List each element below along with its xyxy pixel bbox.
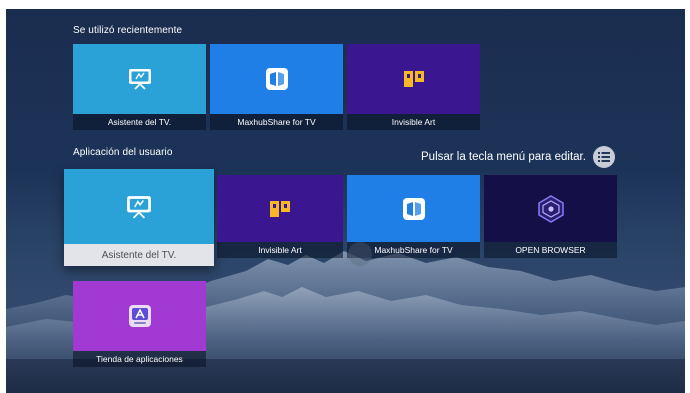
tile-art	[73, 44, 206, 114]
tile-caption: Tienda de aplicaciones	[73, 351, 206, 367]
user-app-tile-invisible-art[interactable]: Invisible Art	[217, 175, 343, 258]
tile-caption: Asistente del TV.	[73, 114, 206, 130]
tv-home-screen: Se utilizó recientemente Asistente del T…	[6, 9, 685, 393]
edit-hint-text: Pulsar la tecla menú para editar.	[421, 151, 586, 163]
tile-caption: Invisible Art	[347, 114, 480, 130]
recent-app-tile-tv-assistant[interactable]: Asistente del TV.	[73, 44, 206, 130]
tv-assistant-icon	[126, 195, 152, 219]
tile-art	[210, 44, 343, 114]
tile-art	[484, 175, 617, 242]
recent-app-tile-maxhub-share[interactable]: MaxhubShare for TV	[210, 44, 343, 130]
tv-assistant-icon	[128, 68, 152, 90]
invisible-art-icon	[403, 70, 424, 88]
tile-caption: Invisible Art	[217, 242, 343, 258]
invisible-art-icon	[270, 200, 290, 218]
tile-art	[347, 44, 480, 114]
user-app-tile-tv-assistant[interactable]: Asistente del TV.	[64, 169, 214, 266]
maxhub-share-icon	[265, 68, 288, 90]
tile-art	[73, 281, 206, 351]
tile-art	[64, 169, 214, 244]
recent-section-title: Se utilizó recientemente	[73, 25, 183, 36]
user-apps-section-title: Aplicación del usuario	[73, 147, 173, 158]
tile-caption: MaxhubShare for TV	[210, 114, 343, 130]
open-browser-icon	[537, 194, 564, 223]
tile-caption: OPEN BROWSER	[484, 242, 617, 258]
pointer-cursor	[348, 242, 372, 266]
list-menu-icon	[598, 152, 610, 162]
tile-art	[217, 175, 343, 242]
tile-art	[347, 175, 480, 242]
maxhub-share-icon	[402, 197, 425, 220]
menu-button[interactable]	[593, 146, 615, 168]
user-app-tile-open-browser[interactable]: OPEN BROWSER	[484, 175, 617, 258]
tile-caption: Asistente del TV.	[64, 244, 214, 266]
recent-app-tile-invisible-art[interactable]: Invisible Art	[347, 44, 480, 130]
user-app-tile-app-store[interactable]: Tienda de aplicaciones	[73, 281, 206, 367]
app-store-icon	[128, 305, 151, 327]
